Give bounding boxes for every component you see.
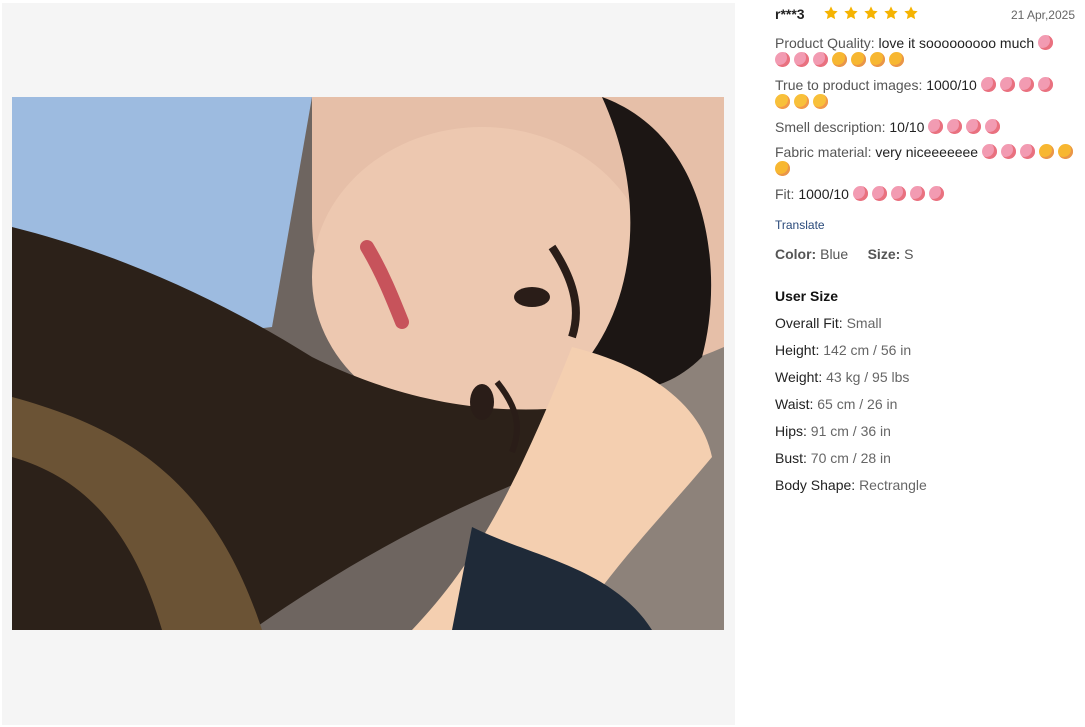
review-line-value: 10/10 xyxy=(885,119,925,135)
emoji-icon xyxy=(871,186,887,201)
review-line-value: very niceeeeeee xyxy=(871,144,979,160)
emoji-icon xyxy=(775,52,790,67)
user-size-value: Small xyxy=(846,315,882,331)
user-size-value: 65 cm / 26 in xyxy=(817,396,898,412)
emoji-icon xyxy=(775,161,790,176)
user-size-label: Hips: xyxy=(775,423,811,439)
review-line-value: love it sooooooooo much xyxy=(874,35,1035,51)
review-line: Product Quality: love it sooooooooo much xyxy=(775,35,1075,69)
user-size-label: Height: xyxy=(775,342,824,358)
star-icon xyxy=(844,6,858,20)
emoji-icon xyxy=(775,94,790,109)
review-line-value: 1000/10 xyxy=(794,186,849,202)
review-header: r***3 21 Apr,2025 xyxy=(775,5,1075,25)
review-line: Fit: 1000/10 xyxy=(775,186,1075,203)
emoji-icon xyxy=(1018,77,1034,92)
review-line-key: Fit: xyxy=(775,186,795,202)
emoji-icon xyxy=(794,94,809,109)
review-date: 21 Apr,2025 xyxy=(1010,8,1075,22)
review-line-value: 1000/10 xyxy=(922,77,977,93)
emoji-icon xyxy=(1039,144,1055,159)
review-line-key: Smell description: xyxy=(775,119,886,135)
user-size-value: 91 cm / 36 in xyxy=(810,423,891,439)
review-line: Fabric material: very niceeeeeee xyxy=(775,144,1075,178)
review-line: Smell description: 10/10 xyxy=(775,119,1075,136)
color-value: Blue xyxy=(820,246,849,262)
emoji-icon xyxy=(832,52,847,67)
user-size-label: Waist: xyxy=(775,396,818,412)
user-size-label: Bust: xyxy=(775,450,811,466)
emoji-icon xyxy=(982,144,998,159)
user-size-label: Body Shape: xyxy=(775,477,860,493)
user-size-row: Overall Fit: Small xyxy=(775,315,882,331)
translate-link[interactable]: Translate xyxy=(775,218,825,232)
user-size-row: Waist: 65 cm / 26 in xyxy=(775,396,897,412)
emoji-icon xyxy=(928,119,944,134)
star-icon xyxy=(864,6,878,20)
emoji-icon xyxy=(813,94,828,109)
user-size-row: Bust: 70 cm / 28 in xyxy=(775,450,891,466)
user-size-value: 70 cm / 28 in xyxy=(810,450,891,466)
user-size-row: Weight: 43 kg / 95 lbs xyxy=(775,369,909,385)
review-line: True to product images: 1000/10 xyxy=(775,77,1075,111)
emoji-icon xyxy=(1001,144,1017,159)
star-icon xyxy=(824,6,838,20)
emoji-icon xyxy=(1037,77,1053,92)
review-line-key: Product Quality: xyxy=(775,35,875,51)
emoji-icon xyxy=(851,52,866,67)
user-size-title: User Size xyxy=(775,288,839,304)
emoji-icon xyxy=(813,52,828,67)
emoji-icon xyxy=(794,52,809,67)
user-size-row: Hips: 91 cm / 36 in xyxy=(775,423,891,439)
review-photo[interactable] xyxy=(12,97,724,630)
user-size-value: Rectrangle xyxy=(859,477,927,493)
star-icon xyxy=(904,6,918,20)
review-image-panel xyxy=(2,3,735,725)
user-size-label: Overall Fit: xyxy=(775,315,847,331)
purchase-attributes: Color: Blue Size: S xyxy=(775,246,914,262)
review-line-key: Fabric material: xyxy=(775,144,872,160)
emoji-icon xyxy=(889,52,904,67)
emoji-icon xyxy=(890,186,906,201)
rating-stars xyxy=(823,5,919,21)
user-size-label: Weight: xyxy=(775,369,827,385)
emoji-icon xyxy=(852,186,868,201)
user-size-row: Body Shape: Rectrangle xyxy=(775,477,927,493)
star-icon xyxy=(884,6,898,20)
user-size-value: 142 cm / 56 in xyxy=(823,342,912,358)
user-size-value: 43 kg / 95 lbs xyxy=(826,369,910,385)
emoji-icon xyxy=(1038,35,1054,50)
reviewer-name: r***3 xyxy=(775,6,805,22)
emoji-icon xyxy=(909,186,925,201)
emoji-icon xyxy=(999,77,1015,92)
emoji-icon xyxy=(1058,144,1074,159)
size-value: S xyxy=(904,246,914,262)
size-label: Size: xyxy=(867,246,901,262)
emoji-icon xyxy=(980,77,996,92)
emoji-icon xyxy=(1020,144,1036,159)
emoji-icon xyxy=(870,52,885,67)
user-size-row: Height: 142 cm / 56 in xyxy=(775,342,911,358)
photo-illustration xyxy=(12,97,724,630)
review-line-key: True to product images: xyxy=(775,77,923,93)
emoji-icon xyxy=(947,119,963,134)
emoji-icon xyxy=(928,186,944,201)
emoji-icon xyxy=(966,119,982,134)
emoji-icon xyxy=(985,119,1001,134)
color-label: Color: xyxy=(775,246,817,262)
